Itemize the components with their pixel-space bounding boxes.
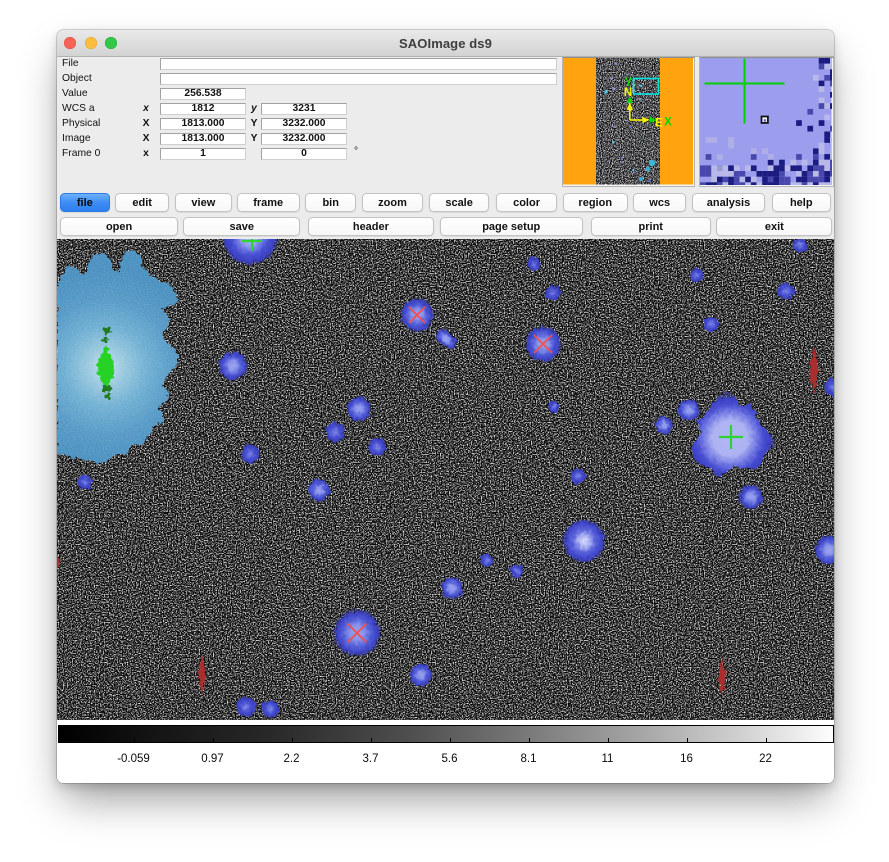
- svg-text:E: E: [655, 117, 663, 129]
- svg-text:X: X: [664, 117, 672, 129]
- svg-text:N: N: [624, 87, 632, 99]
